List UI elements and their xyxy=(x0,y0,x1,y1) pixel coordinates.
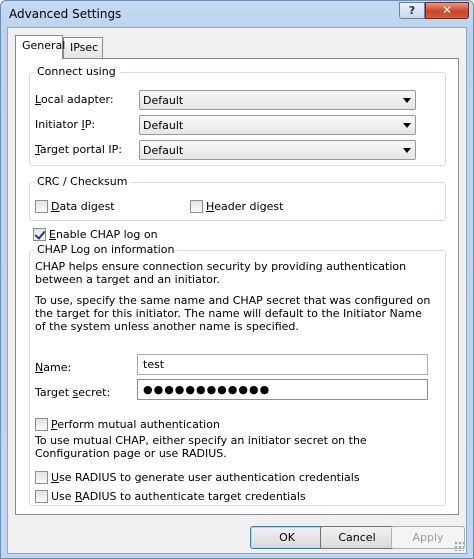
local-adapter-label: Local adapter: xyxy=(35,93,114,106)
target-portal-ip-label: Target portal IP: xyxy=(35,143,122,156)
header-digest-checkbox[interactable] xyxy=(190,200,203,213)
tab-ipsec[interactable]: IPsec xyxy=(63,37,103,58)
connect-using-label: Connect using xyxy=(34,65,119,78)
data-digest-checkbox[interactable] xyxy=(35,200,48,213)
local-adapter-value: Default xyxy=(143,94,184,107)
help-button[interactable]: ? xyxy=(399,2,425,19)
radius-target-credentials-checkbox[interactable] xyxy=(35,490,48,503)
chap-logon-info-group: CHAP Log on information CHAP helps ensur… xyxy=(29,243,446,506)
chap-usage-description: To use, specify the same name and CHAP s… xyxy=(35,294,431,333)
mutual-auth-checkbox[interactable] xyxy=(35,418,48,431)
chevron-down-icon xyxy=(403,123,411,128)
data-digest-label[interactable]: Data digest xyxy=(51,200,115,213)
enable-chap-checkbox[interactable] xyxy=(33,228,46,241)
crc-checksum-group: CRC / Checksum Data digest Header digest xyxy=(29,175,446,221)
local-adapter-select[interactable]: Default xyxy=(139,90,416,110)
dialog-client-area: General IPsec Connect using Local adapte… xyxy=(7,27,467,554)
chevron-down-icon xyxy=(403,98,411,103)
initiator-ip-label: Initiator IP: xyxy=(35,118,96,131)
chap-description: CHAP helps ensure connection security by… xyxy=(35,260,407,286)
target-secret-label: Target secret: xyxy=(35,386,111,399)
enable-chap-label[interactable]: Enable CHAP log on xyxy=(49,228,158,241)
title-bar[interactable]: Advanced Settings ? ✕ xyxy=(1,1,473,27)
chap-logon-info-label: CHAP Log on information xyxy=(34,243,178,256)
initiator-ip-select[interactable]: Default xyxy=(139,115,416,135)
radius-user-credentials-label[interactable]: Use RADIUS to generate user authenticati… xyxy=(51,471,360,484)
initiator-ip-value: Default xyxy=(143,119,184,132)
radius-user-credentials-checkbox[interactable] xyxy=(35,471,48,484)
general-tab-panel: Connect using Local adapter: Default Ini… xyxy=(15,58,459,515)
resize-grip-icon[interactable] xyxy=(454,541,464,551)
crc-checksum-label: CRC / Checksum xyxy=(34,175,131,188)
tab-general[interactable]: General xyxy=(15,35,65,59)
close-button[interactable]: ✕ xyxy=(425,2,469,19)
chevron-down-icon xyxy=(403,148,411,153)
mutual-chap-description: To use mutual CHAP, either specify an in… xyxy=(35,434,367,460)
target-portal-ip-value: Default xyxy=(143,144,184,157)
chap-name-label: Name: xyxy=(35,361,72,374)
window-title: Advanced Settings xyxy=(9,7,122,21)
connect-using-group: Connect using Local adapter: Default Ini… xyxy=(29,65,446,166)
target-secret-input[interactable]: ●●●●●●●●●●●● xyxy=(137,379,428,400)
advanced-settings-window: Advanced Settings ? ✕ General IPsec Conn… xyxy=(0,0,474,559)
radius-target-credentials-label[interactable]: Use RADIUS to authenticate target creden… xyxy=(51,490,306,503)
ok-button[interactable]: OK xyxy=(250,526,324,549)
header-digest-label[interactable]: Header digest xyxy=(206,200,283,213)
cancel-button[interactable]: Cancel xyxy=(320,526,394,549)
mutual-auth-label[interactable]: Perform mutual authentication xyxy=(51,418,220,431)
chap-name-input[interactable]: test xyxy=(137,354,428,375)
target-portal-ip-select[interactable]: Default xyxy=(139,140,416,160)
